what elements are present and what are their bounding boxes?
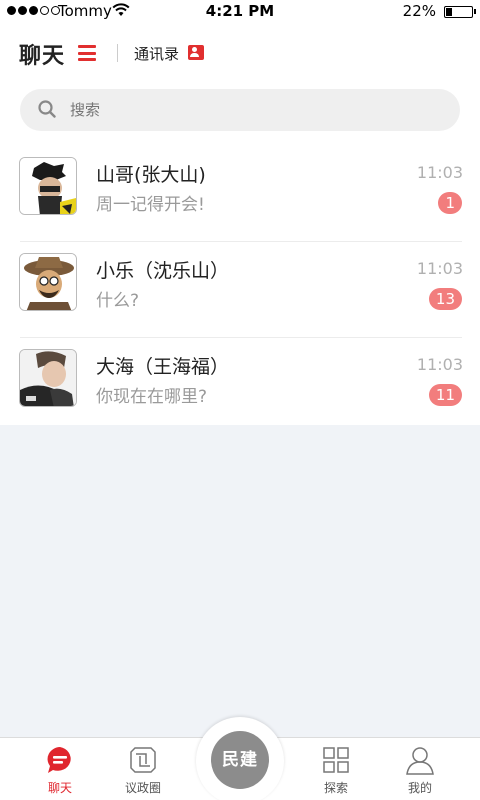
contact-name: 小乐（沈乐山）: [96, 260, 230, 282]
avatar: [19, 349, 77, 407]
chat-bubble-icon: [47, 747, 71, 773]
profile-icon: [406, 747, 434, 775]
last-message: 你现在在哪里?: [96, 387, 208, 407]
tab-mine-label: 我的: [407, 781, 432, 795]
unread-badge: 11: [428, 384, 462, 406]
contact-name: 大海（王海福）: [96, 356, 230, 378]
tab-discuss[interactable]: 议政圈: [113, 738, 173, 800]
unread-badge: 13: [428, 288, 462, 310]
search-input[interactable]: [70, 101, 430, 119]
battery-tip: [474, 9, 476, 14]
content-panel: Tommy 4:21 PM 22% 聊天 通讯录 搜索 山哥(张大山) 周一记得…: [0, 0, 480, 425]
tab-mine[interactable]: 我的: [390, 738, 450, 800]
battery-percent: 22%: [402, 2, 436, 20]
search-icon: [38, 100, 56, 118]
avatar: [19, 253, 77, 311]
tab-chat[interactable]: 聊天: [30, 738, 90, 800]
app-header: 聊天 通讯录: [0, 36, 480, 72]
chat-screen: Tommy 4:21 PM 22% 聊天 通讯录 搜索 山哥(张大山) 周一记得…: [0, 0, 480, 800]
last-message: 什么?: [96, 291, 140, 311]
discussion-circle-icon: [130, 747, 156, 773]
unread-badge: 1: [438, 192, 462, 214]
tab-discuss-label: 议政圈: [124, 781, 161, 795]
menu-icon[interactable]: [78, 45, 96, 61]
tab-explore-label: 探索: [323, 781, 348, 795]
contact-name: 山哥(张大山): [96, 164, 206, 186]
tab-chat-label: 聊天: [47, 781, 72, 795]
contacts-book-icon[interactable]: [188, 45, 204, 60]
page-title: 聊天: [19, 44, 66, 69]
center-brand-button[interactable]: 民建: [211, 731, 269, 789]
chat-list-item[interactable]: 小乐（沈乐山） 什么? 11:03 13: [0, 242, 480, 338]
battery-icon: [444, 6, 473, 18]
header-divider: [117, 44, 118, 62]
chat-list-item[interactable]: 大海（王海福） 你现在在哪里? 11:03 11: [0, 338, 480, 434]
chat-list-item[interactable]: 山哥(张大山) 周一记得开会! 11:03 1: [0, 146, 480, 242]
last-message: 周一记得开会!: [96, 195, 205, 215]
message-time: 11:03: [416, 259, 463, 278]
explore-grid-icon: [323, 747, 349, 773]
search-bar[interactable]: [20, 89, 460, 131]
contacts-link[interactable]: 通讯录: [134, 43, 179, 64]
message-time: 11:03: [416, 355, 463, 374]
tab-explore[interactable]: 探索: [306, 738, 366, 800]
status-bar: Tommy 4:21 PM 22%: [0, 0, 480, 24]
message-time: 11:03: [416, 163, 463, 182]
avatar: [19, 157, 77, 215]
